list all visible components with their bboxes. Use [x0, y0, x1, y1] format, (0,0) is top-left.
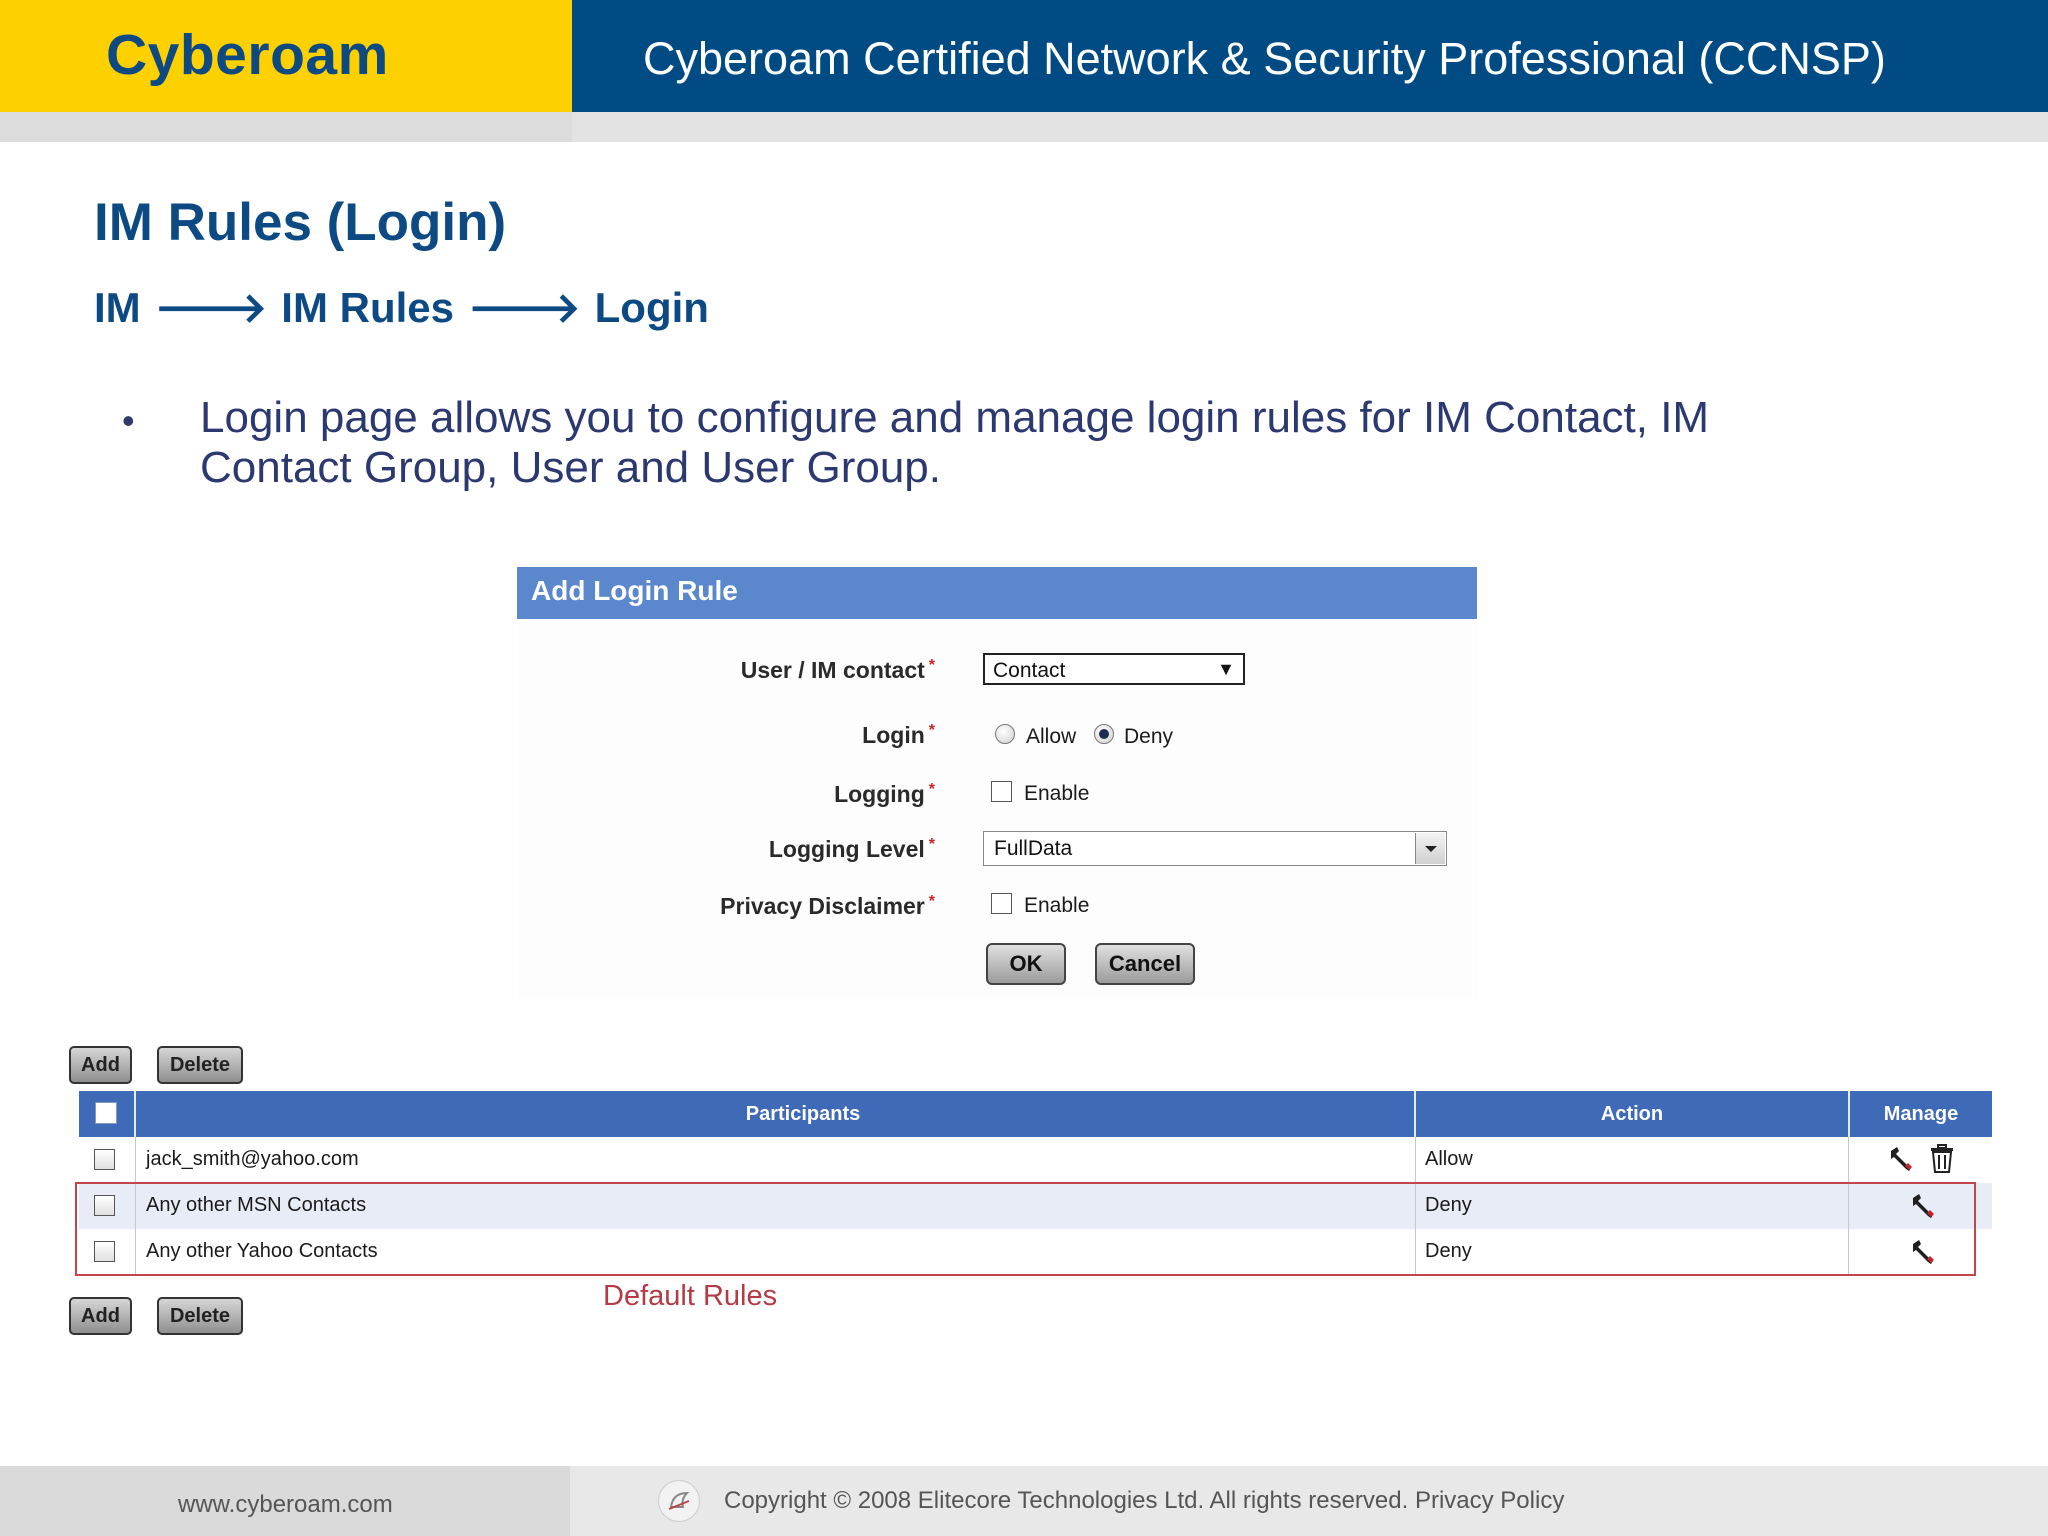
action-cell: Allow [1425, 1148, 1473, 1170]
delete-trash-icon[interactable] [1929, 1144, 1955, 1174]
user-im-contact-label: User / IM contact * [740, 657, 935, 683]
breadcrumb-item-login: Login [594, 284, 709, 331]
logging-label: Logging * [834, 781, 935, 807]
table-row[interactable]: jack_smith@yahoo.com Allow [79, 1137, 1992, 1183]
logging-level-select[interactable]: FullData [983, 831, 1447, 866]
delete-button-top[interactable]: Delete [157, 1046, 243, 1084]
header-divider-right [572, 112, 2048, 142]
default-rules-label: Default Rules [603, 1280, 778, 1312]
arrow-right-icon: 🡒 [468, 284, 581, 331]
login-allow-label: Allow [1026, 725, 1077, 748]
logging-enable-checkbox[interactable] [991, 781, 1012, 802]
breadcrumb-item-im: IM [94, 284, 141, 331]
brand-logo: Cyberoam [106, 23, 389, 87]
bullet-icon: • [122, 400, 135, 441]
row-checkbox[interactable] [94, 1149, 115, 1170]
privacy-disclaimer-checkbox[interactable] [991, 893, 1012, 914]
login-label: Login * [862, 722, 935, 748]
participant-cell: jack_smith@yahoo.com [146, 1148, 359, 1170]
user-im-contact-value: Contact [993, 659, 1066, 682]
header-title: Cyberoam Certified Network & Security Pr… [643, 33, 1886, 84]
description-text: Login page allows you to configure and m… [200, 393, 1710, 492]
login-deny-label: Deny [1124, 725, 1174, 748]
cancel-button[interactable]: Cancel [1095, 943, 1195, 985]
add-button-top[interactable]: Add [69, 1046, 132, 1084]
column-participants[interactable]: Participants [136, 1091, 1470, 1137]
ok-button[interactable]: OK [986, 943, 1066, 985]
breadcrumb: IM 🡒 IM Rules 🡒 Login [94, 282, 709, 333]
logging-level-value: FullData [994, 837, 1073, 860]
footer-url[interactable]: www.cyberoam.com [178, 1491, 393, 1519]
select-all-checkbox[interactable] [95, 1102, 117, 1124]
breadcrumb-item-im-rules: IM Rules [281, 284, 454, 331]
user-im-contact-select[interactable]: Contact ▼ [983, 653, 1245, 685]
logging-level-label: Logging Level * [768, 836, 935, 862]
delete-button-bottom[interactable]: Delete [157, 1297, 243, 1335]
login-deny-radio[interactable] [1094, 724, 1114, 744]
dropdown-arrow-icon[interactable] [1415, 833, 1445, 864]
logging-enable-label: Enable [1024, 782, 1090, 805]
footer: www.cyberoam.com Copyright © 2008 Elitec… [0, 1466, 2048, 1536]
privacy-disclaimer-label: Privacy Disclaimer * [720, 893, 935, 919]
privacy-disclaimer-enable-label: Enable [1024, 894, 1090, 917]
elitecore-logo-icon [658, 1480, 700, 1522]
footer-copyright: Copyright © 2008 Elitecore Technologies … [724, 1487, 1565, 1514]
form-header: Add Login Rule [517, 567, 1477, 619]
form-title: Add Login Rule [531, 575, 738, 606]
default-rules-highlight [75, 1182, 1976, 1276]
header-brand-area: Cyberoam [0, 0, 572, 112]
add-button-bottom[interactable]: Add [69, 1297, 132, 1335]
column-manage: Manage [1883, 1103, 1959, 1125]
arrow-right-icon: 🡒 [154, 284, 268, 331]
edit-wrench-icon[interactable] [1887, 1145, 1915, 1173]
login-allow-radio[interactable] [995, 724, 1015, 744]
header-title-area: Cyberoam Certified Network & Security Pr… [572, 0, 2048, 112]
column-action[interactable]: Action [1416, 1091, 1848, 1137]
page-title: IM Rules (Login) [94, 193, 507, 252]
dropdown-arrow-icon: ▼ [1217, 659, 1235, 679]
rules-table-header: Participants Action Manage [79, 1091, 1992, 1137]
